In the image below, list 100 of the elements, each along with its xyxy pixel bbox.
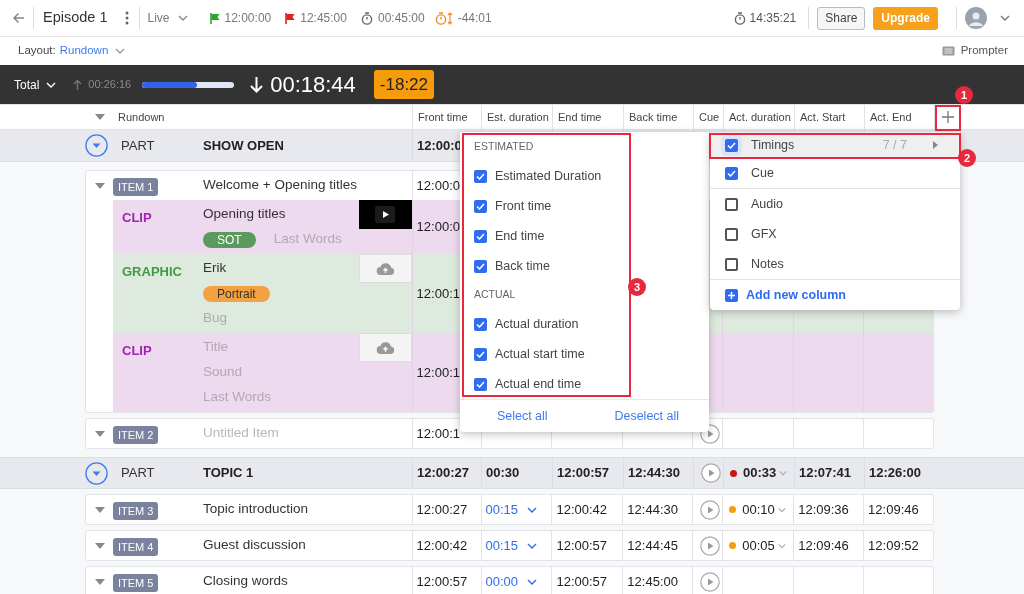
menu-option[interactable]: End time	[474, 221, 709, 251]
duration-text: 00:10	[742, 500, 775, 519]
menu-option[interactable]: GFX	[710, 219, 960, 249]
play-icon	[375, 206, 396, 223]
duration-dropdown[interactable]: 00:00	[485, 571, 538, 592]
add-column-link[interactable]: Add new column	[710, 280, 960, 310]
screen-icon	[941, 46, 955, 56]
time-label: -44:01	[457, 10, 492, 27]
checkbox[interactable]	[725, 197, 738, 211]
menu-option[interactable]: Audio	[710, 189, 960, 219]
group-heading: ESTIMATED	[474, 139, 534, 155]
menu-option[interactable]: Back time	[474, 251, 709, 281]
checkbox[interactable]	[474, 317, 487, 331]
item-badge: ITEM 4	[113, 537, 159, 556]
checkbox[interactable]	[474, 347, 487, 361]
more-options-icon[interactable]	[124, 11, 129, 25]
play-icon[interactable]	[699, 571, 720, 592]
layout-dropdown[interactable]: Rundown	[59, 42, 126, 60]
prompter-button[interactable]: Prompter	[941, 42, 1008, 60]
collapse-toggle-icon[interactable]	[85, 134, 108, 157]
clock-time: 14:35:21	[749, 10, 797, 27]
placeholder-text: Bug	[203, 309, 228, 328]
menu-option[interactable]: Front time	[474, 191, 709, 221]
back-arrow-icon[interactable]	[12, 12, 25, 24]
table-cell-text: 12:00:57	[556, 572, 608, 591]
status-dropdown[interactable]: Live	[147, 9, 188, 27]
segment-text: Erik	[203, 259, 227, 278]
select-all-link[interactable]: Select all	[496, 406, 548, 426]
part-title: TOPIC 1	[203, 464, 254, 483]
checkbox[interactable]	[725, 227, 738, 241]
table-cell-text: 12:07:41	[799, 464, 852, 483]
column-header: Back time	[623, 105, 693, 129]
time-label: 12:00:00	[224, 10, 272, 27]
menu-option[interactable]: Actual duration	[474, 309, 709, 339]
scope-dropdown[interactable]: Total	[14, 75, 57, 94]
chevron-down-icon	[777, 506, 786, 513]
item-title: Topic introduction	[203, 500, 309, 519]
menu-option[interactable]: Cue	[710, 158, 960, 188]
segment-type: GRAPHIC	[121, 263, 183, 281]
share-button[interactable]: Share	[817, 6, 866, 30]
chevron-down-icon	[115, 48, 126, 54]
duration-text: 00:33	[743, 464, 777, 483]
table-cell-text: 12:00:0	[416, 218, 460, 237]
collapse-toggle-icon[interactable]	[85, 461, 108, 485]
menu-option[interactable]: Notes	[710, 249, 960, 279]
chevron-down-icon	[46, 81, 57, 88]
menu-option[interactable]: Actual start time	[474, 339, 709, 369]
chevron-down-icon	[779, 470, 788, 476]
chevron-down-icon	[1000, 15, 1010, 21]
play-icon[interactable]	[699, 535, 720, 556]
item-badge: ITEM 3	[113, 501, 159, 520]
highlight-frame	[935, 105, 961, 131]
menu-option[interactable]: Timings 7 / 7	[710, 132, 960, 158]
checkbox[interactable]	[474, 169, 487, 183]
checkbox[interactable]	[725, 257, 738, 271]
checkbox[interactable]	[474, 259, 487, 273]
checkbox[interactable]	[474, 229, 487, 243]
flag-icon	[285, 12, 296, 24]
placeholder-text: Sound	[203, 363, 243, 382]
placeholder-text: Last Words	[273, 230, 342, 249]
avatar-icon[interactable]	[965, 7, 987, 29]
play-icon[interactable]	[699, 499, 720, 520]
cloud-upload-icon	[375, 341, 395, 354]
checkbox[interactable]	[474, 377, 487, 391]
table-cell-text: 00:30	[486, 464, 520, 483]
chevron-down-icon	[777, 542, 786, 549]
table-cell-text: 12:26:00	[869, 464, 922, 483]
chevron-down-icon	[527, 506, 538, 513]
stopwatch-icon	[733, 11, 746, 25]
table-cell-text: 12:44:45	[627, 536, 678, 555]
duration-text: 00:05	[742, 536, 775, 555]
checkbox[interactable]	[725, 166, 738, 180]
group-heading: ACTUAL	[474, 287, 516, 303]
item-title: Guest discussion	[203, 536, 306, 555]
duration-dropdown[interactable]: 00:15	[485, 499, 538, 520]
column-header: Act. End	[864, 105, 934, 129]
over-under-badge: -18:22	[373, 69, 435, 100]
table-cell-text: 12:00:42	[556, 500, 608, 519]
table-cell-text: 12:09:46	[798, 536, 849, 555]
upload-button[interactable]	[358, 333, 412, 362]
remaining-time: 00:18:44	[270, 71, 356, 99]
play-icon[interactable]	[700, 463, 721, 483]
menu-option[interactable]: Estimated Duration	[474, 161, 709, 191]
menu-option[interactable]: Actual end time	[474, 369, 709, 399]
stopwatch-arrows-icon	[434, 11, 453, 25]
table-cell-text: 12:00:27	[417, 464, 470, 483]
segment-text: Opening titles	[203, 205, 286, 224]
upload-button[interactable]	[358, 254, 412, 283]
part-title: SHOW OPEN	[203, 136, 284, 155]
duration-dropdown[interactable]: 00:15	[485, 535, 538, 556]
table-cell-text: 12:44:30	[628, 464, 681, 483]
checkbox[interactable]	[474, 199, 487, 213]
deselect-all-link[interactable]: Deselect all	[614, 406, 680, 426]
column-header: Act. Start	[794, 105, 864, 129]
table-cell-text: 12:00:57	[416, 572, 468, 591]
cloud-upload-icon	[375, 262, 395, 275]
caret-down-icon	[95, 114, 105, 120]
chevron-down-icon	[527, 542, 538, 549]
layout-label: Layout:	[18, 43, 56, 59]
flag-icon	[209, 12, 220, 24]
